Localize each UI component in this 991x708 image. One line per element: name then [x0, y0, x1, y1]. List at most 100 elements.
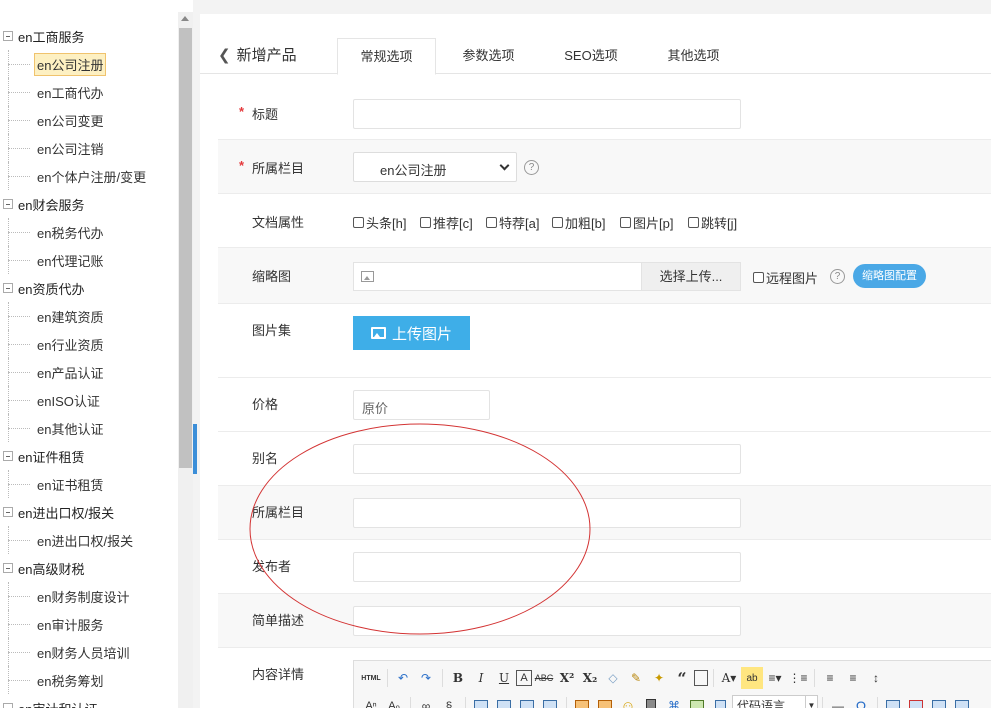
align-left-icon[interactable]: [470, 695, 492, 708]
sidebar-item[interactable]: en代理记账: [0, 246, 178, 274]
tab-seo[interactable]: SEO选项: [542, 38, 640, 75]
attr-checkbox-special[interactable]: 特荐[a]: [486, 213, 539, 232]
sidebar-item[interactable]: en进出口权/报关: [0, 526, 178, 554]
sidebar-item[interactable]: en财务制度设计: [0, 582, 178, 610]
map-icon[interactable]: [686, 695, 708, 708]
scrollbar-thumb[interactable]: [179, 28, 192, 468]
sidebar-item[interactable]: en产品认证: [0, 358, 178, 386]
sidebar-category[interactable]: en进出口权/报关: [0, 498, 178, 526]
link-icon[interactable]: ∞: [415, 695, 437, 708]
emoji-icon[interactable]: ☺: [617, 695, 639, 708]
tab-params[interactable]: 参数选项: [440, 38, 537, 75]
collapse-toggle-icon[interactable]: [3, 199, 13, 209]
sidebar-category[interactable]: en高级财税: [0, 554, 178, 582]
sidebar-item[interactable]: en税务代办: [0, 218, 178, 246]
tab-general[interactable]: 常规选项: [337, 38, 436, 75]
sidebar-category[interactable]: en财会服务: [0, 190, 178, 218]
rich-text-editor[interactable]: HTML ↶ ↷ B I U A ABC X² X₂ ◇ ✎ ✦ “ A▾ ab…: [353, 660, 991, 708]
html-source-button[interactable]: HTML: [360, 667, 382, 689]
sidebar-item[interactable]: en公司注销: [0, 134, 178, 162]
unordered-list-icon[interactable]: ⋮≡: [787, 667, 809, 689]
unlink-icon[interactable]: §: [438, 695, 460, 708]
collapse-toggle-icon[interactable]: [3, 563, 13, 573]
insert-column-icon[interactable]: [951, 695, 973, 708]
remote-image-checkbox[interactable]: 远程图片: [753, 268, 818, 287]
row-spacing-icon[interactable]: ≡: [819, 667, 841, 689]
sidebar-item[interactable]: enISO认证: [0, 386, 178, 414]
font-size-up-icon[interactable]: Aⁿ: [360, 695, 382, 708]
sidebar-item[interactable]: en公司注册: [0, 50, 178, 78]
attr-checkbox-headline[interactable]: 头条[h]: [353, 213, 406, 232]
column2-input[interactable]: [353, 498, 741, 528]
paste-plain-icon[interactable]: [694, 670, 708, 686]
video-icon[interactable]: [640, 695, 662, 708]
column-select[interactable]: en公司注册: [353, 152, 517, 182]
sidebar-category[interactable]: en审计和认证: [0, 694, 178, 708]
collapse-toggle-icon[interactable]: [3, 283, 13, 293]
checkbox[interactable]: [353, 217, 364, 228]
choose-upload-button[interactable]: 选择上传...: [641, 262, 741, 291]
subscript-icon[interactable]: X₂: [579, 667, 601, 689]
collapse-toggle-icon[interactable]: [3, 31, 13, 41]
bold-icon[interactable]: B: [447, 667, 469, 689]
align-right-icon[interactable]: [493, 695, 515, 708]
sidebar-item[interactable]: en税务筹划: [0, 666, 178, 694]
sidebar-category[interactable]: en资质代办: [0, 274, 178, 302]
align-justify-icon[interactable]: [539, 695, 561, 708]
publisher-input[interactable]: [353, 552, 741, 582]
paragraph-icon[interactable]: ≡: [842, 667, 864, 689]
collapse-toggle-icon[interactable]: [3, 451, 13, 461]
sidebar-item[interactable]: en其他认证: [0, 414, 178, 442]
font-border-icon[interactable]: A: [516, 670, 532, 686]
attr-checkbox-picture[interactable]: 图片[p]: [620, 213, 673, 232]
font-color-icon[interactable]: A▾: [718, 667, 740, 689]
description-input[interactable]: [353, 606, 741, 636]
superscript-icon[interactable]: X²: [556, 667, 578, 689]
redo-icon[interactable]: ↷: [415, 667, 437, 689]
collapse-toggle-icon[interactable]: [3, 507, 13, 517]
thumbnail-config-button[interactable]: 缩略图配置: [853, 264, 926, 288]
back-link[interactable]: ❮ 新增产品: [218, 44, 297, 65]
checkbox[interactable]: [753, 272, 764, 283]
insert-row-icon[interactable]: [928, 695, 950, 708]
background-color-icon[interactable]: ab: [741, 667, 763, 689]
code-insert-icon[interactable]: [709, 695, 731, 708]
line-height-icon[interactable]: ↕: [865, 667, 887, 689]
alias-input[interactable]: [353, 444, 741, 474]
sidebar-item[interactable]: en个体户注册/变更: [0, 162, 178, 190]
eraser-icon[interactable]: ◇: [602, 667, 624, 689]
checkbox[interactable]: [552, 217, 563, 228]
collapse-toggle-icon[interactable]: [3, 703, 13, 708]
attachment-icon[interactable]: ⌘: [663, 695, 685, 708]
font-size-down-icon[interactable]: Aₒ: [383, 695, 405, 708]
attr-checkbox-jump[interactable]: 跳转[j]: [688, 213, 737, 232]
sidebar-category[interactable]: en证件租赁: [0, 442, 178, 470]
tab-other[interactable]: 其他选项: [644, 38, 743, 75]
help-icon[interactable]: ?: [830, 269, 845, 284]
undo-icon[interactable]: ↶: [392, 667, 414, 689]
sidebar-item[interactable]: en建筑资质: [0, 302, 178, 330]
blockquote-icon[interactable]: “: [671, 667, 693, 689]
sidebar-category[interactable]: en工商服务: [0, 22, 178, 50]
checkbox[interactable]: [688, 217, 699, 228]
underline-icon[interactable]: U: [493, 667, 515, 689]
price-input[interactable]: 原价: [353, 390, 490, 420]
ordered-list-icon[interactable]: ≡▾: [764, 667, 786, 689]
upload-image-button[interactable]: 上传图片: [353, 316, 470, 350]
sidebar-item[interactable]: en审计服务: [0, 610, 178, 638]
scroll-up-arrow-icon[interactable]: [181, 16, 189, 21]
insert-table-icon[interactable]: [882, 695, 904, 708]
align-center-icon[interactable]: [516, 695, 538, 708]
sidebar-scrollbar[interactable]: [178, 12, 193, 708]
attr-checkbox-bold[interactable]: 加粗[b]: [552, 213, 605, 232]
checkbox[interactable]: [420, 217, 431, 228]
auto-format-icon[interactable]: ✦: [648, 667, 670, 689]
sidebar-item[interactable]: en证书租赁: [0, 470, 178, 498]
thumbnail-input[interactable]: [353, 262, 642, 291]
splitter-handle[interactable]: [193, 424, 197, 474]
sidebar-item[interactable]: en公司变更: [0, 106, 178, 134]
italic-icon[interactable]: I: [470, 667, 492, 689]
code-language-select[interactable]: 代码语言: [732, 695, 806, 708]
format-brush-icon[interactable]: ✎: [625, 667, 647, 689]
title-input[interactable]: [353, 99, 741, 129]
